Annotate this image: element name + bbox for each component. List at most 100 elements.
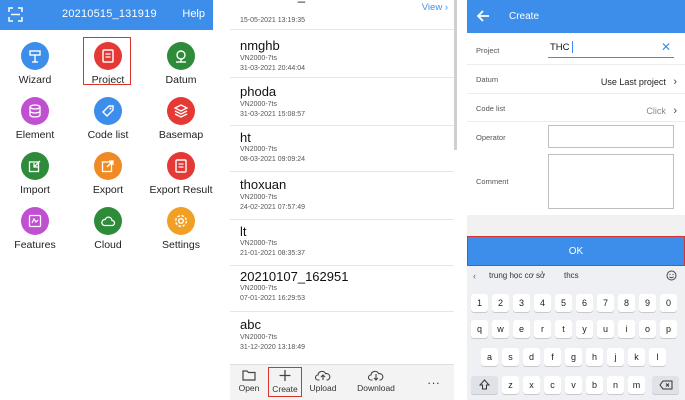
project-row[interactable]: thoxuan VN2000-7ts 24-02-2021 07:57:49 — [230, 172, 454, 220]
upload-button[interactable]: Upload — [308, 369, 338, 393]
key[interactable]: u — [597, 320, 614, 338]
project-row-current[interactable]: 20210515_131919 15-05-2021 13:19:35 View… — [230, 0, 454, 30]
key[interactable]: 5 — [555, 294, 572, 312]
menu-item-export[interactable]: Export — [75, 152, 141, 202]
key[interactable]: f — [544, 348, 561, 366]
operator-field-label: Operator — [476, 133, 506, 142]
project-name-input[interactable]: THC ✕ — [548, 40, 674, 58]
suggestion-item[interactable]: trung học cơ sở — [489, 271, 545, 280]
key[interactable]: d — [523, 348, 540, 366]
code-list-selector[interactable]: Click › — [646, 101, 677, 119]
project-row[interactable]: nmghb VN2000-7ts 31-03-2021 20:44:04 — [230, 30, 454, 78]
key[interactable]: i — [618, 320, 635, 338]
key[interactable]: k — [628, 348, 645, 366]
project-date: 21-01-2021 08:35:37 — [240, 250, 305, 257]
project-row[interactable]: lt VN2000-7ts 21-01-2021 08:35:37 — [230, 220, 454, 266]
menu-item-features[interactable]: Features — [2, 207, 68, 257]
key[interactable]: m — [628, 376, 645, 394]
more-options-button[interactable]: ... — [424, 373, 444, 387]
menu-item-element[interactable]: Element — [2, 97, 68, 147]
shift-icon — [478, 379, 491, 390]
menu-item-label: Export Result — [149, 184, 213, 196]
key[interactable]: 2 — [492, 294, 509, 312]
key[interactable]: y — [576, 320, 593, 338]
key[interactable]: o — [639, 320, 656, 338]
menu-item-basemap[interactable]: Basemap — [148, 97, 214, 147]
chevron-left-icon[interactable]: ‹ — [473, 271, 476, 281]
menu-item-code-list[interactable]: Code list — [75, 97, 141, 147]
key[interactable]: r — [534, 320, 551, 338]
key[interactable]: p — [660, 320, 677, 338]
list-scrollbar[interactable] — [454, 0, 457, 150]
clear-icon[interactable]: ✕ — [661, 40, 671, 54]
back-arrow-icon[interactable] — [475, 8, 491, 24]
comment-input[interactable] — [548, 154, 674, 209]
key[interactable]: 0 — [660, 294, 677, 312]
key[interactable]: 9 — [639, 294, 656, 312]
menu-item-import[interactable]: Import — [2, 152, 68, 202]
operator-input[interactable] — [548, 125, 674, 148]
menu-item-wizard[interactable]: Wizard — [2, 42, 68, 92]
project-row[interactable]: abc VN2000-7ts 31-12-2020 13:18:49 — [230, 312, 454, 364]
backspace-key[interactable] — [652, 376, 679, 394]
open-button[interactable]: Open — [236, 369, 262, 393]
key[interactable]: 7 — [597, 294, 614, 312]
help-link[interactable]: Help — [182, 8, 205, 20]
project-name: ht — [240, 130, 251, 145]
menu-item-cloud[interactable]: Cloud — [75, 207, 141, 257]
key[interactable]: 4 — [534, 294, 551, 312]
project-row[interactable]: phoda VN2000-7ts 31-03-2021 15:08:57 — [230, 78, 454, 126]
project-highlight-box — [83, 37, 131, 85]
key[interactable]: a — [481, 348, 498, 366]
key[interactable]: t — [555, 320, 572, 338]
key[interactable]: s — [502, 348, 519, 366]
key[interactable]: 3 — [513, 294, 530, 312]
menu-item-label: Settings — [162, 239, 200, 251]
import-icon — [21, 152, 49, 180]
project-date: 08-03-2021 09:09:24 — [240, 156, 305, 163]
menu-item-datum[interactable]: Datum — [148, 42, 214, 92]
chevron-right-icon: › — [673, 76, 677, 88]
key[interactable]: v — [565, 376, 582, 394]
view-link-label: View — [421, 2, 443, 13]
project-row[interactable]: ht VN2000-7ts 08-03-2021 09:09:24 — [230, 126, 454, 172]
wizard-icon — [21, 42, 49, 70]
main-menu-panel: 20210515_131919 Help Wizard Project Datu… — [0, 0, 213, 400]
key[interactable]: j — [607, 348, 624, 366]
comment-field-label: Comment — [476, 177, 509, 186]
chevron-right-icon: › — [673, 105, 677, 117]
key[interactable]: g — [565, 348, 582, 366]
current-project-title: 20210515_131919 — [62, 8, 157, 20]
project-name: 20210107_162951 — [240, 269, 349, 284]
project-name: 20210515_131919 — [240, 0, 348, 3]
key[interactable]: w — [492, 320, 509, 338]
key[interactable]: e — [513, 320, 530, 338]
view-link[interactable]: View › — [422, 2, 448, 13]
menu-item-settings[interactable]: Settings — [148, 207, 214, 257]
cloud-icon — [94, 207, 122, 235]
key[interactable]: z — [502, 376, 519, 394]
key[interactable]: q — [471, 320, 488, 338]
create-button[interactable]: Create — [268, 367, 302, 397]
create-label: Create — [272, 384, 298, 394]
key[interactable]: h — [586, 348, 603, 366]
project-name-value: THC — [550, 42, 570, 53]
key[interactable]: x — [523, 376, 540, 394]
menu-item-export-result[interactable]: Export Result — [148, 152, 214, 202]
divider — [467, 93, 685, 94]
key[interactable]: 6 — [576, 294, 593, 312]
ok-button[interactable]: OK — [467, 236, 685, 266]
shift-key[interactable] — [471, 376, 498, 394]
key[interactable]: n — [607, 376, 624, 394]
datum-selector[interactable]: Use Last project › — [601, 72, 677, 90]
scan-icon[interactable] — [8, 7, 23, 22]
emoji-icon[interactable] — [666, 270, 677, 281]
key[interactable]: l — [649, 348, 666, 366]
key[interactable]: b — [586, 376, 603, 394]
key[interactable]: 8 — [618, 294, 635, 312]
download-button[interactable]: Download — [354, 369, 398, 393]
project-row[interactable]: 20210107_162951 VN2000-7ts 07-01-2021 16… — [230, 266, 454, 312]
key[interactable]: c — [544, 376, 561, 394]
key[interactable]: 1 — [471, 294, 488, 312]
suggestion-item[interactable]: thcs — [564, 271, 579, 280]
